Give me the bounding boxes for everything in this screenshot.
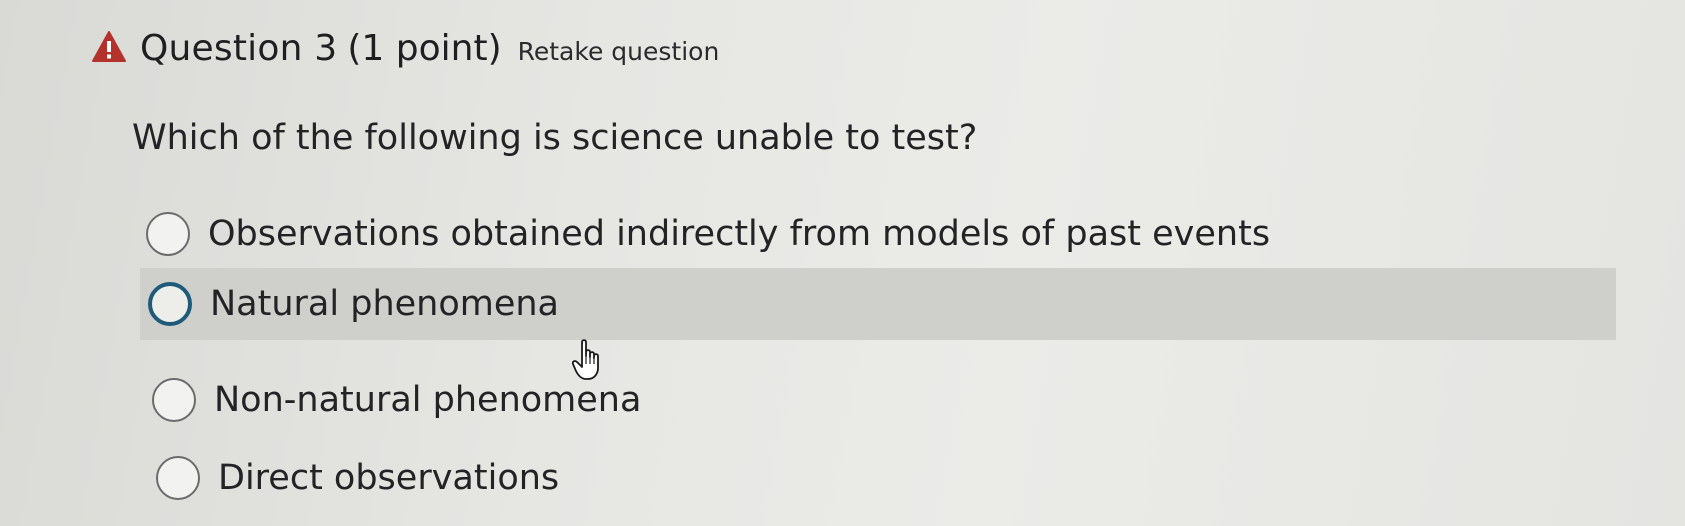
radio-button-1[interactable]	[146, 212, 190, 256]
answer-option-label-4: Direct observations	[218, 458, 560, 498]
answer-option-label-2: Natural phenomena	[210, 284, 560, 324]
answer-options: Observations obtained indirectly from mo…	[0, 0, 1685, 526]
answer-option-2[interactable]: Natural phenomena	[140, 268, 1616, 340]
answer-option-label-3: Non-natural phenomena	[214, 380, 642, 420]
answer-option-4[interactable]: Direct observations	[156, 450, 559, 506]
radio-button-4[interactable]	[156, 456, 200, 500]
quiz-page: Question 3 (1 point) Retake question Whi…	[0, 0, 1685, 526]
answer-option-1[interactable]: Observations obtained indirectly from mo…	[146, 206, 1270, 262]
radio-button-3[interactable]	[152, 378, 196, 422]
hand-pointer-icon	[571, 338, 606, 382]
answer-option-3[interactable]: Non-natural phenomena	[152, 372, 641, 428]
answer-option-label-1: Observations obtained indirectly from mo…	[208, 214, 1271, 254]
radio-button-2[interactable]	[148, 282, 192, 326]
